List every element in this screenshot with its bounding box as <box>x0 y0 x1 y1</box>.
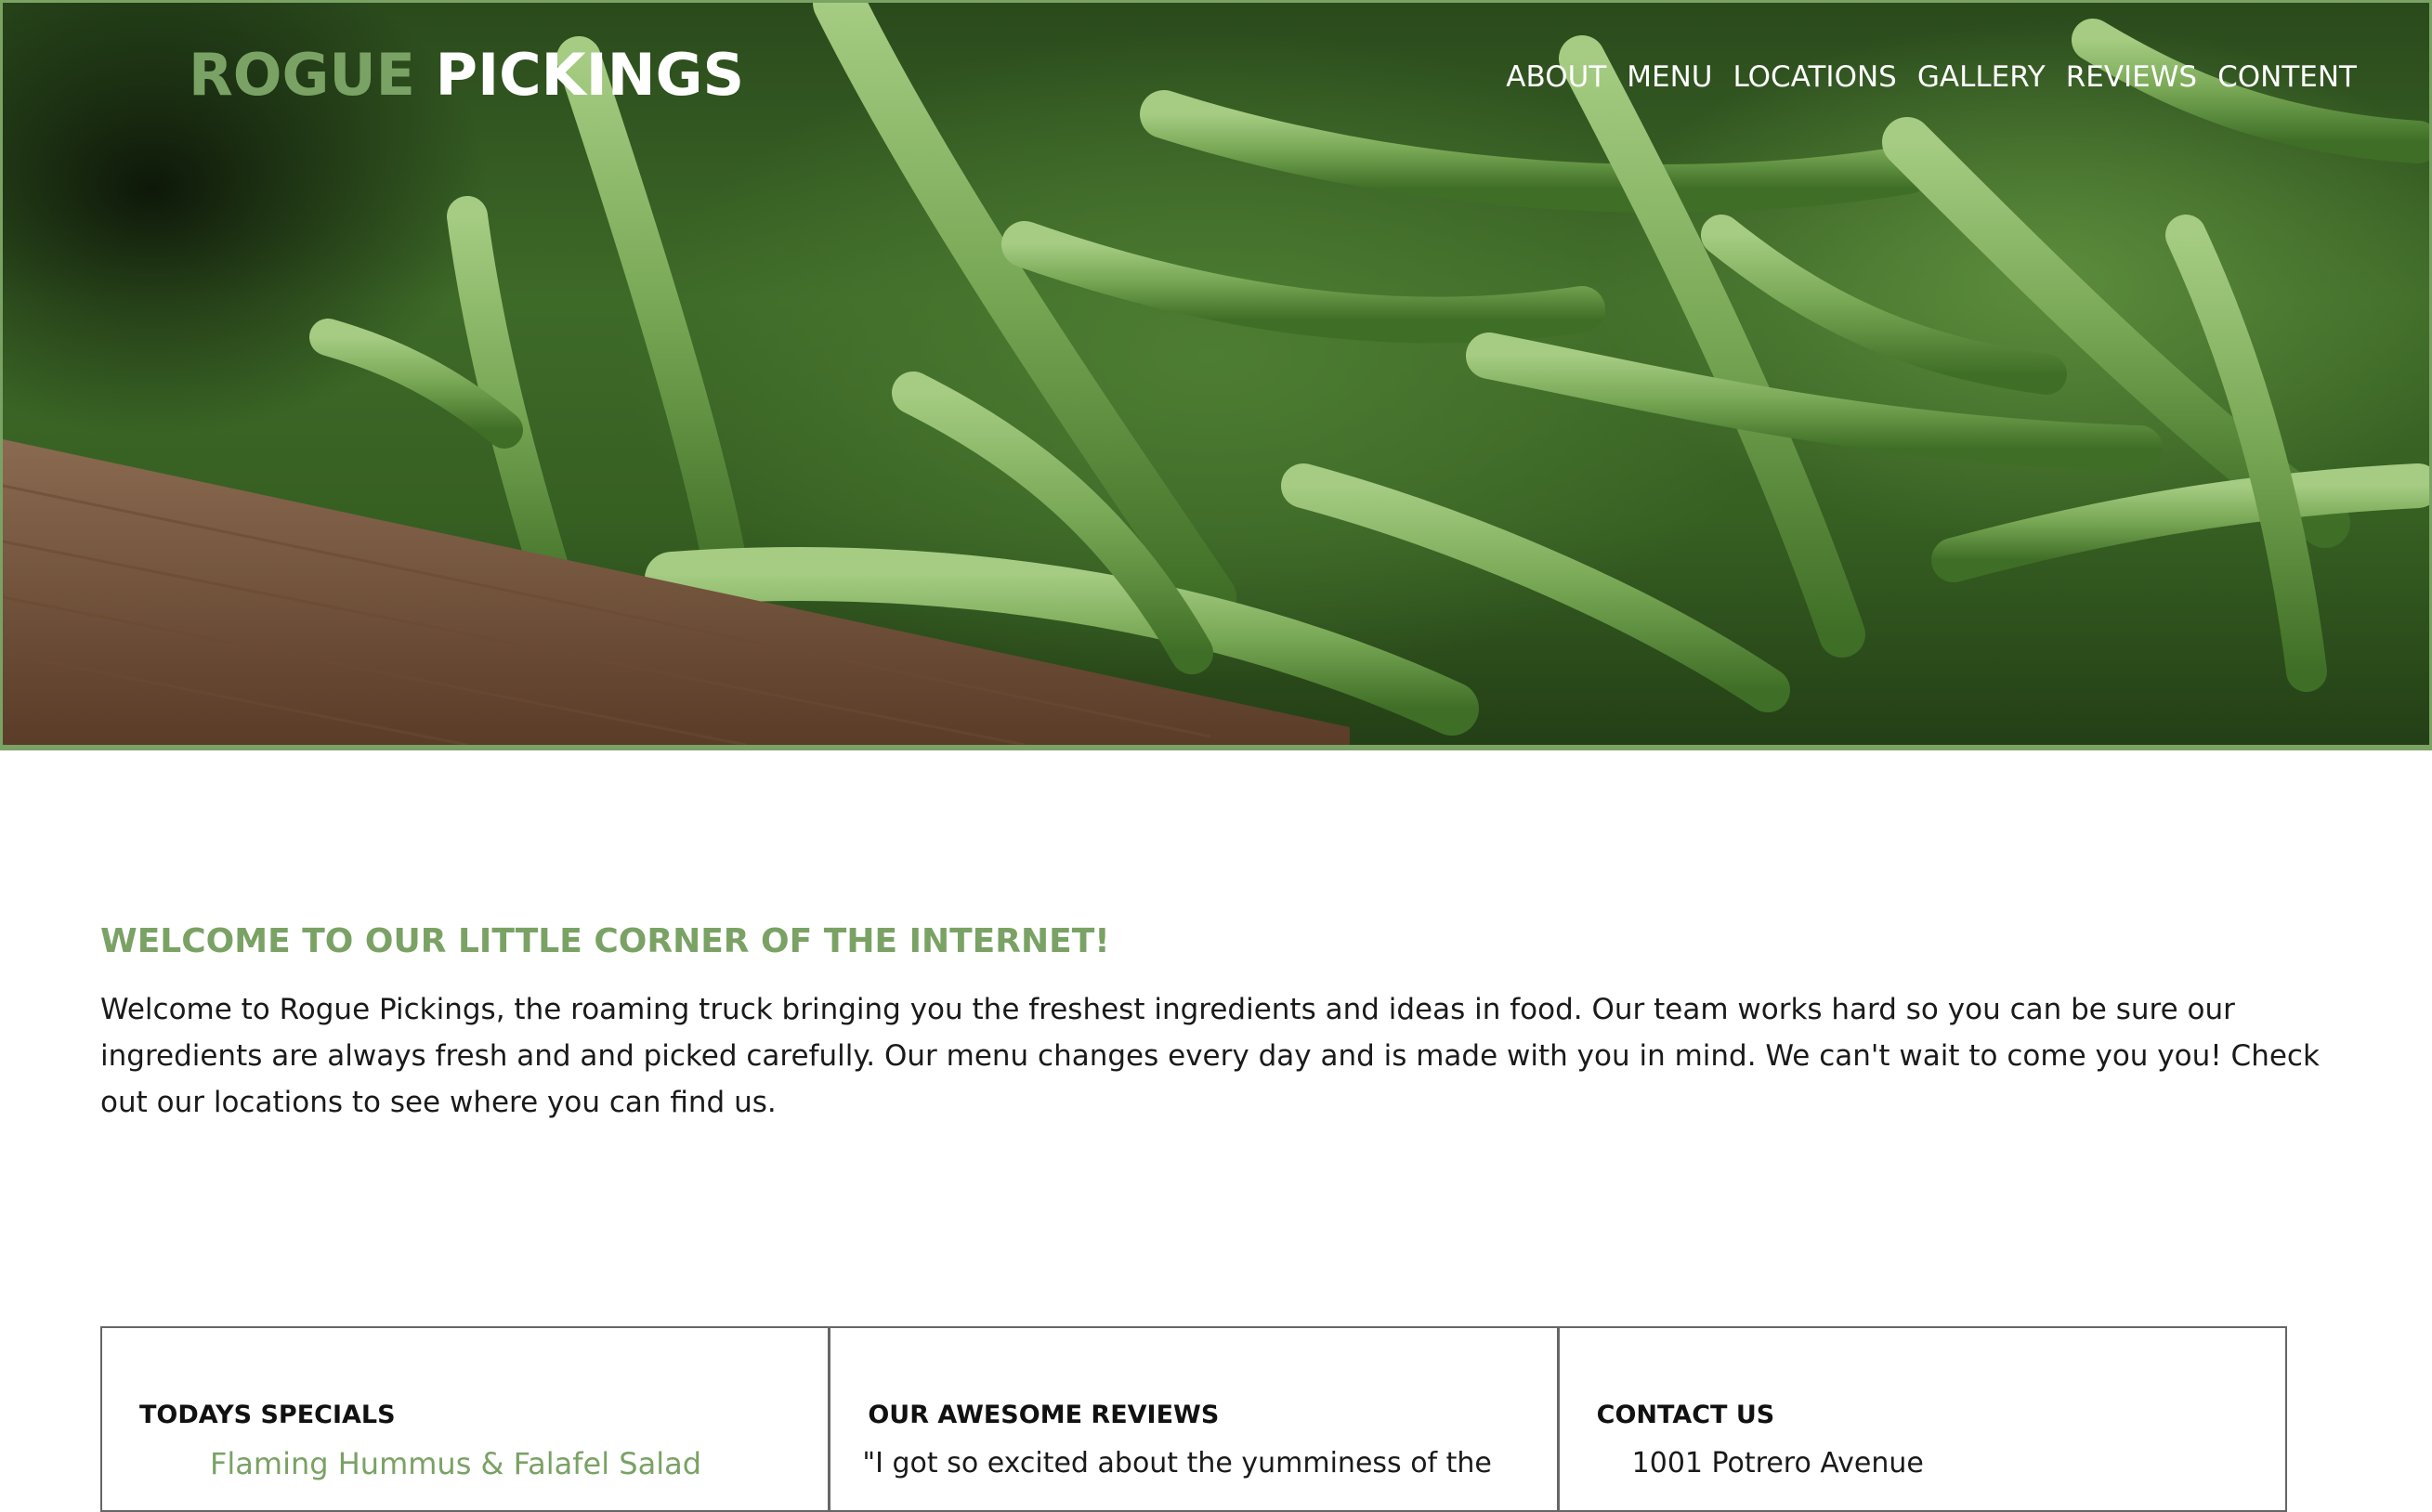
nav-item-locations[interactable]: LOCATIONS <box>1732 59 1896 96</box>
nav-item-about[interactable]: ABOUT <box>1506 59 1606 96</box>
welcome-section: WELCOME TO OUR LITTLE CORNER OF THE INTE… <box>100 919 2348 1126</box>
site-header: ROGUE PICKINGS ABOUT MENU LOCATIONS GALL… <box>3 3 2429 161</box>
site-logo[interactable]: ROGUE PICKINGS <box>189 42 744 109</box>
logo-word-rogue: ROGUE <box>189 41 416 109</box>
specials-list: Flaming Hummus & Falafel Salad <box>139 1445 791 1482</box>
specials-title: TODAYS SPECIALS <box>139 1401 396 1429</box>
nav-item-content[interactable]: CONTENT <box>2217 59 2357 96</box>
nav-item-reviews[interactable]: REVIEWS <box>2066 59 2197 96</box>
reviews-title: OUR AWESOME REVIEWS <box>868 1401 1220 1429</box>
nav-item-menu[interactable]: MENU <box>1627 59 1712 96</box>
contact-title: CONTACT US <box>1596 1401 1775 1429</box>
info-boxes: TODAYS SPECIALS Flaming Hummus & Falafel… <box>100 1326 2287 1512</box>
logo-word-pickings: PICKINGS <box>435 41 745 109</box>
hero-banner: ROGUE PICKINGS ABOUT MENU LOCATIONS GALL… <box>0 0 2432 750</box>
specials-item[interactable]: Flaming Hummus & Falafel Salad <box>210 1445 791 1482</box>
contact-address: 1001 Potrero Avenue <box>1631 1447 1924 1479</box>
main-nav: ABOUT MENU LOCATIONS GALLERY REVIEWS CON… <box>1506 59 2357 96</box>
nav-item-gallery[interactable]: GALLERY <box>1917 59 2046 96</box>
welcome-heading: WELCOME TO OUR LITTLE CORNER OF THE INTE… <box>100 922 1110 960</box>
welcome-body: Welcome to Rogue Pickings, the roaming t… <box>100 993 2320 1119</box>
review-quote: "I got so excited about the yumminess of… <box>862 1447 1492 1479</box>
